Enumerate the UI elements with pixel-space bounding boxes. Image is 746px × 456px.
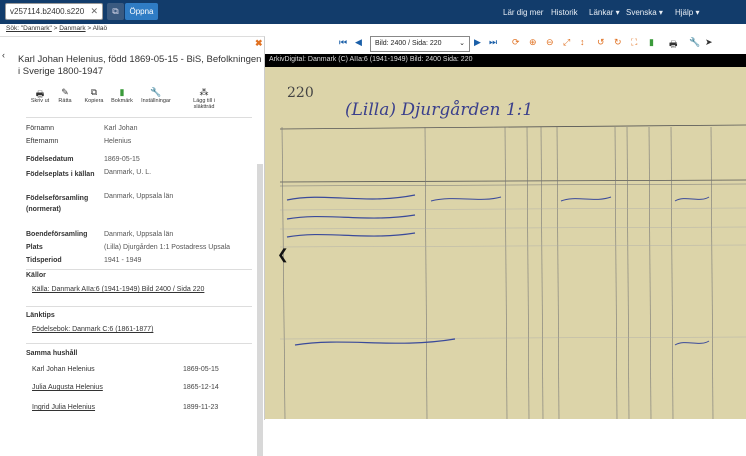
zoom-out-icon[interactable]: ⊖: [546, 37, 554, 48]
chevron-left-icon[interactable]: ‹: [2, 50, 5, 60]
rotate-right-icon[interactable]: ↻: [614, 37, 622, 48]
field-value: Helenius: [104, 138, 132, 145]
divider: [26, 343, 252, 344]
open-button[interactable]: Öppna: [125, 3, 158, 20]
field-label: Efternamn: [26, 138, 59, 145]
zoom-in-icon[interactable]: ⊕: [529, 37, 537, 48]
first-page-icon[interactable]: ⏮: [339, 37, 347, 48]
fit-height-icon[interactable]: ↕: [580, 37, 585, 47]
page-select[interactable]: Bild: 2400 / Sida: 220 ⌄: [370, 36, 470, 52]
household-date: 1869-05-15: [183, 366, 219, 373]
register-heading: (Lilla) Djurgården 1:1: [345, 100, 533, 120]
nav-history[interactable]: Historik: [551, 8, 578, 17]
divider: [26, 306, 252, 307]
household-member[interactable]: Ingrid Julia Helenius: [32, 404, 95, 411]
search-input[interactable]: v257114.b2400.s220 ✕: [5, 3, 103, 20]
add-to-tree-button[interactable]: ⁂ Lägg till i släktträd: [183, 87, 225, 110]
field-label: Plats: [26, 244, 43, 251]
field-label: Födelsedatum: [26, 156, 74, 163]
field-value: Karl Johan: [104, 125, 138, 132]
field-value: 1941 - 1949: [104, 257, 142, 264]
field-label: Förnamn: [26, 125, 55, 132]
field-value: Danmark, Uppsala län: [104, 193, 174, 200]
breadcrumb-search[interactable]: Sök: "Danmark": [6, 25, 52, 32]
page-title: Karl Johan Helenius, född 1869-05-15 - B…: [18, 54, 262, 77]
close-icon[interactable]: ✖: [255, 38, 263, 49]
breadcrumb-current: Allaö: [92, 25, 108, 32]
divider: [26, 117, 252, 118]
chevron-left-icon[interactable]: ❮: [277, 246, 289, 263]
field-value: (Lilla) Djurgården 1:1 Postadress Upsala: [104, 244, 231, 251]
image-caption: ArkivDigital: Danmark (C) AIIa:6 (1941-1…: [265, 54, 746, 67]
last-page-icon[interactable]: ⏭: [489, 37, 497, 48]
divider: [26, 269, 252, 270]
prev-page-icon[interactable]: ◀: [355, 37, 362, 48]
print-icon[interactable]: 🖶: [669, 37, 678, 53]
nav-help[interactable]: Hjälp ▾: [675, 8, 699, 17]
breadcrumb: Sök: "Danmark" > Danmark > Allaö: [6, 25, 108, 32]
bookmark-icon[interactable]: ▮: [649, 37, 654, 48]
refresh-icon[interactable]: ⟳: [512, 37, 520, 48]
household-date: 1865-12-14: [183, 384, 219, 391]
field-label: Födelseplats i källan: [26, 171, 95, 178]
birthbook-link[interactable]: Födelsebok: Danmark C:6 (1861-1877): [32, 326, 153, 333]
next-page-icon[interactable]: ▶: [474, 37, 481, 48]
field-value: Danmark, Uppsala län: [104, 231, 174, 238]
page-number: 220: [287, 85, 314, 101]
scanned-register-page: 220 (Lilla) Djurgården 1:1: [265, 67, 746, 419]
bookmark-button[interactable]: ▮ Bokmärk: [104, 87, 140, 104]
record-panel: ‹ ✖ Karl Johan Helenius, född 1869-05-15…: [0, 36, 265, 456]
wrench-icon: 🔧: [150, 87, 162, 97]
archive-image-viewer[interactable]: ArkivDigital: Danmark (C) AIIa:6 (1941-1…: [265, 54, 746, 419]
copy-icon[interactable]: ⧉: [107, 3, 124, 20]
settings-icon[interactable]: 🔧: [689, 37, 700, 48]
household-member: Karl Johan Helenius: [32, 366, 95, 373]
breadcrumb-danmark[interactable]: Danmark: [59, 25, 85, 32]
tree-icon: ⁂: [199, 87, 209, 97]
nav-language[interactable]: Svenska ▾: [626, 8, 663, 17]
nav-links[interactable]: Länkar ▾: [589, 8, 620, 17]
bookmark-icon: ▮: [119, 87, 125, 97]
settings-button[interactable]: 🔧 Inställningar: [138, 87, 174, 104]
household-date: 1899-11-23: [183, 404, 219, 411]
scrollbar[interactable]: [257, 164, 263, 456]
fit-icon[interactable]: ⤢: [563, 37, 570, 48]
field-label: Tidsperiod: [26, 257, 62, 264]
rotate-left-icon[interactable]: ↺: [597, 37, 605, 48]
chevron-down-icon: ⌄: [459, 40, 465, 47]
field-label: Födelseförsamling (normerat): [26, 195, 89, 213]
nav-learn-more[interactable]: Lär dig mer: [503, 8, 543, 17]
top-navbar: v257114.b2400.s220 ✕ ⧉ Öppna Lär dig mer …: [0, 0, 746, 24]
viewer-toolbar: ⏮ ◀ ▶ ⏭ ⟳ ⊕ ⊖ ⤢ ↕ ↺ ↻ ⛶ ▮ 🖶 🔧 ➤: [265, 34, 746, 54]
field-value: Danmark, U. L.: [104, 169, 152, 176]
clear-icon[interactable]: ✕: [90, 6, 98, 17]
household-member[interactable]: Julia Augusta Helenius: [32, 384, 103, 391]
source-link[interactable]: Källa: Danmark AIIa:6 (1941-1949) Bild 2…: [32, 286, 204, 293]
field-value: 1869-05-15: [104, 156, 140, 163]
household-heading: Samma hushåll: [26, 350, 78, 357]
links-heading: Länktips: [26, 312, 55, 319]
fullscreen-icon[interactable]: ⛶: [631, 37, 637, 48]
field-label: Boendeförsamling: [26, 231, 88, 238]
sources-heading: Källor: [26, 272, 46, 279]
pin-icon[interactable]: ➤: [705, 37, 713, 48]
